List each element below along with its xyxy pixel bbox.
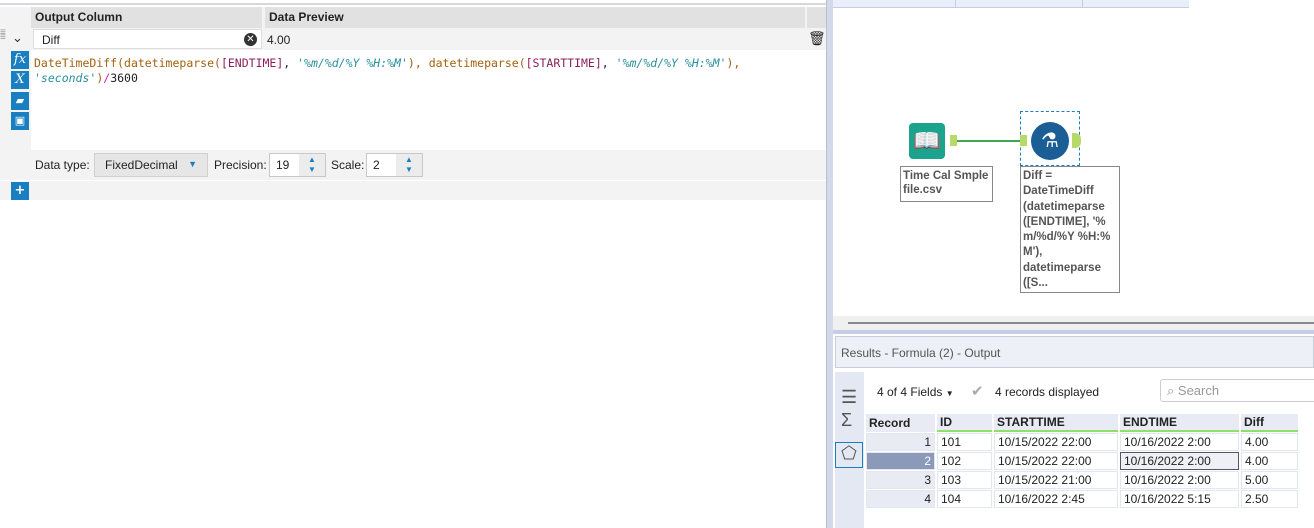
table-cell[interactable]: 10/16/2022 2:00 xyxy=(1120,471,1239,489)
collapse-chevron-icon[interactable]: ⌄ xyxy=(12,30,23,46)
table-cell[interactable]: 5.00 xyxy=(1241,471,1298,489)
data-view-icon[interactable]: ⬠ xyxy=(835,442,863,468)
table-cell[interactable]: 10/15/2022 21:00 xyxy=(994,471,1118,489)
search-placeholder: Search xyxy=(1177,383,1220,398)
data-preview-header: Data Preview xyxy=(265,7,805,28)
table-cell[interactable]: 10/16/2022 2:00 xyxy=(1120,452,1239,470)
column-header-starttime[interactable]: STARTTIME xyxy=(994,414,1118,432)
variables-x-icon[interactable]: X xyxy=(11,71,29,89)
search-input[interactable]: ⌕ Search xyxy=(1160,379,1314,402)
scale-label: Scale: xyxy=(331,158,365,172)
table-cell[interactable]: 2.50 xyxy=(1241,490,1298,508)
output-anchor[interactable] xyxy=(1072,133,1081,148)
data-type-value: FixedDecimal xyxy=(105,158,178,172)
table-cell[interactable]: 4 xyxy=(866,490,935,508)
strip-divider xyxy=(1082,0,1083,8)
expression-editor[interactable]: DateTimeDiff(datetimeparse([ENDTIME], '%… xyxy=(31,50,826,150)
precision-stepper[interactable]: 19 ▲ ▼ xyxy=(269,153,326,177)
input-data-tool-icon[interactable]: 📖 xyxy=(909,123,945,159)
data-type-label: Data type: xyxy=(35,158,90,172)
column-name: Diff xyxy=(42,33,60,47)
dropdown-arrow-icon: ▼ xyxy=(945,389,954,398)
column-header-diff[interactable]: Diff xyxy=(1241,414,1298,432)
input-tool-annotation: Time Cal Smple file.csv xyxy=(900,166,993,202)
precision-label: Precision: xyxy=(214,158,267,172)
data-preview-value: 4.00 xyxy=(267,33,291,47)
table-cell[interactable]: 10/15/2022 22:00 xyxy=(994,452,1118,470)
check-icon: ✔ xyxy=(971,383,984,400)
table-cell[interactable]: 10/16/2022 2:45 xyxy=(994,490,1118,508)
table-cell[interactable]: 101 xyxy=(937,433,992,451)
table-cell[interactable]: 2 xyxy=(866,452,935,470)
output-column-header: Output Column xyxy=(31,7,262,28)
table-cell[interactable]: 102 xyxy=(937,452,992,470)
formula-tool-annotation: Diff = DateTimeDiff (datetimeparse ([END… xyxy=(1020,166,1120,293)
fields-dropdown[interactable]: 4 of 4 Fields ▼ xyxy=(877,385,954,399)
results-panel: Results - Formula (2) - Output ☰ Σ ⬠ 4 o… xyxy=(833,330,1314,528)
column-header-id[interactable]: ID xyxy=(937,414,992,432)
top-border xyxy=(0,0,826,5)
scale-value: 2 xyxy=(373,158,380,172)
table-cell[interactable]: 3 xyxy=(866,471,935,489)
save-icon[interactable]: ▣ xyxy=(11,112,29,130)
table-row[interactable]: 3 103 10/15/2022 21:00 10/16/2022 2:00 5.00 xyxy=(866,471,1298,489)
open-folder-icon[interactable]: ▰ xyxy=(11,92,29,110)
canvas-scrollbar[interactable] xyxy=(833,316,1314,330)
sum-icon[interactable]: Σ xyxy=(841,410,852,431)
table-row[interactable]: 1 101 10/15/2022 22:00 10/16/2022 2:00 4.00 xyxy=(866,433,1298,451)
results-table: Record ID STARTTIME ENDTIME Diff 1 101 10/… xyxy=(864,413,1300,509)
results-title: Results - Formula (2) - Output xyxy=(835,336,1314,368)
connection-line xyxy=(957,140,1020,142)
precision-value: 19 xyxy=(276,158,290,172)
table-row[interactable]: 2 102 10/15/2022 22:00 10/16/2022 2:00 4.00 xyxy=(866,452,1298,470)
input-anchor[interactable] xyxy=(1020,135,1027,146)
add-formula-button[interactable]: + xyxy=(11,182,29,200)
function-fx-icon[interactable]: fx xyxy=(11,51,29,69)
table-cell[interactable]: 1 xyxy=(866,433,935,451)
expression-line-2: 'seconds')/3600 xyxy=(34,71,138,85)
header-corner xyxy=(807,7,826,28)
metadata-icon[interactable]: ☰ xyxy=(841,387,857,408)
table-cell[interactable]: 10/16/2022 5:15 xyxy=(1120,490,1239,508)
data-type-dropdown[interactable]: FixedDecimal ▼ xyxy=(94,153,208,177)
output-column-input[interactable]: Diff ✕ xyxy=(33,29,262,49)
records-count: 4 records displayed xyxy=(995,385,1100,399)
table-cell[interactable]: 103 xyxy=(937,471,992,489)
dropdown-arrow-icon: ▼ xyxy=(188,159,197,169)
fields-label: 4 of 4 Fields xyxy=(877,385,943,399)
table-cell[interactable]: 10/16/2022 2:00 xyxy=(1120,433,1239,451)
formula-tool-flask-icon[interactable]: ⚗ xyxy=(1031,122,1069,160)
workflow-canvas[interactable]: 📖 ⚗ Time Cal Smple file.csv Diff = DateT… xyxy=(833,0,1314,316)
add-row-bar xyxy=(0,180,826,200)
delete-trash-icon[interactable]: 🗑 xyxy=(808,30,826,47)
table-row[interactable]: 4 104 10/16/2022 2:45 10/16/2022 5:15 2.50 xyxy=(866,490,1298,508)
stepper-arrows-icon[interactable]: ▲ ▼ xyxy=(396,154,422,176)
clear-icon[interactable]: ✕ xyxy=(244,33,257,46)
scrollbar-thumb[interactable] xyxy=(848,322,1314,324)
table-cell[interactable]: 4.00 xyxy=(1241,433,1298,451)
column-header-record[interactable]: Record xyxy=(866,414,935,432)
output-anchor[interactable] xyxy=(950,135,957,146)
table-cell[interactable]: 4.00 xyxy=(1241,452,1298,470)
expression-line-1: DateTimeDiff(datetimeparse([ENDTIME], '%… xyxy=(34,56,741,70)
column-header-endtime[interactable]: ENDTIME xyxy=(1120,414,1239,432)
search-icon: ⌕ xyxy=(1167,383,1175,398)
formula-panel: Output Column Data Preview ≡ ≡ ⌄ Diff ✕ 4… xyxy=(0,0,826,528)
table-cell[interactable]: 104 xyxy=(937,490,992,508)
strip-divider xyxy=(955,0,956,8)
stepper-arrows-icon[interactable]: ▲ ▼ xyxy=(299,154,325,176)
canvas-top-strip xyxy=(833,0,1189,8)
scale-stepper[interactable]: 2 ▲ ▼ xyxy=(366,153,423,177)
panel-splitter[interactable] xyxy=(826,0,833,528)
results-top-border xyxy=(833,330,1314,334)
table-cell[interactable]: 10/15/2022 22:00 xyxy=(994,433,1118,451)
drag-grip-icon[interactable]: ≡ ≡ xyxy=(0,28,8,46)
results-side-toolbar: ☰ Σ ⬠ xyxy=(835,372,864,528)
